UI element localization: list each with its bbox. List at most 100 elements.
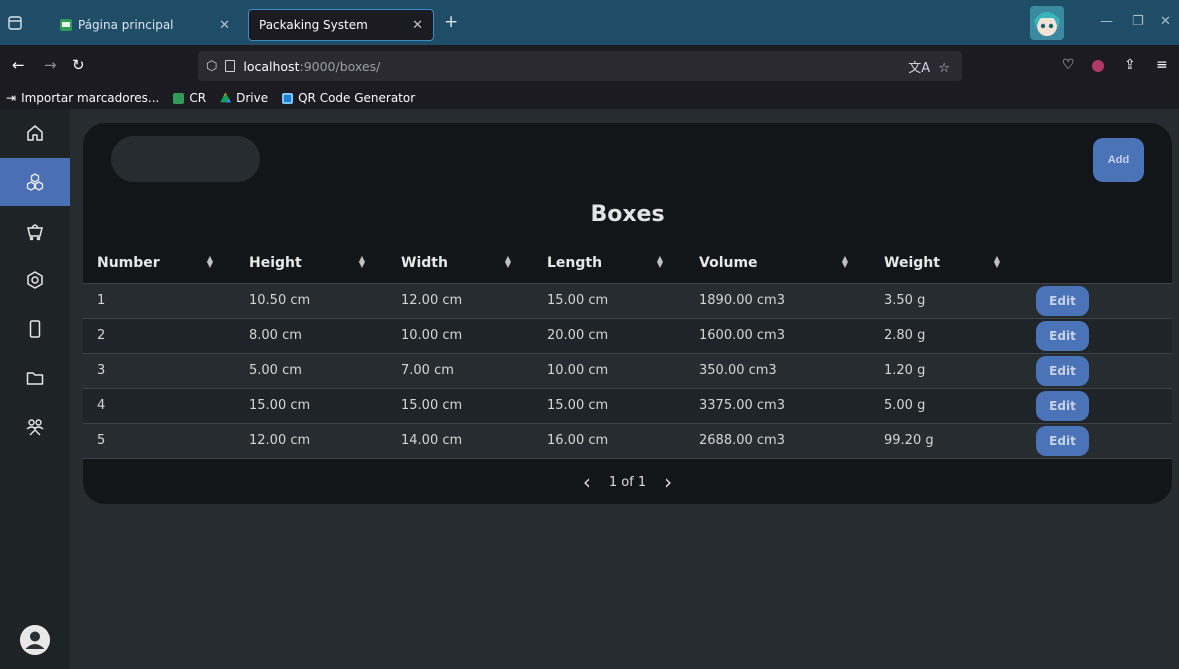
cell-weight: 99.20 g [870,423,1022,459]
folder-icon [26,372,44,385]
bookmark-qr[interactable]: QR Code Generator [282,91,415,105]
users-icon [26,419,44,436]
column-header-length[interactable]: Length ▲ ▼ [533,243,685,284]
cell-width: 7.00 cm [387,353,533,389]
hexagon-icon [27,271,43,289]
extension-icon[interactable] [1092,60,1104,72]
home-icon [27,125,43,141]
cell-weight: 5.00 g [870,388,1022,424]
cell-length: 20.00 cm [533,318,685,354]
tab-pagina-principal[interactable]: Página principal ✕ [50,9,240,41]
cell-weight: 2.80 g [870,318,1022,354]
profile-avatar[interactable] [1030,6,1064,40]
sort-icon[interactable]: ▲ ▼ [505,255,511,269]
column-header-weight[interactable]: Weight ▲ ▼ [870,243,1022,284]
table-row: 4 15.00 cm 15.00 cm 15.00 cm 3375.00 cm3… [83,388,1172,424]
bookmarks-bar: ⇥ Importar marcadores... CR Drive QR Cod… [0,87,1179,109]
sort-icon[interactable]: ▲ ▼ [842,255,848,269]
table-row: 5 12.00 cm 14.00 cm 16.00 cm 2688.00 cm3… [83,423,1172,459]
back-icon[interactable]: ← [12,56,25,74]
menu-icon[interactable]: ≡ [1156,57,1168,73]
boxes-panel: Add Boxes Number ▲ ▼ Height ▲ ▼ Width ▲ ▼ Leng… [83,123,1172,504]
bookmark-label: CR [189,91,207,105]
add-button[interactable]: Add [1093,138,1144,182]
user-avatar[interactable] [20,625,50,655]
sort-icon[interactable]: ▲ ▼ [657,255,663,269]
cell-number: 1 [83,283,235,319]
chevron-right-icon[interactable]: › [664,470,672,494]
cell-number: 2 [83,318,235,354]
main-content: Add Boxes Number ▲ ▼ Height ▲ ▼ Width ▲ ▼ Leng… [70,109,1179,669]
shield-icon[interactable]: ⬡ [206,59,217,74]
column-header-width[interactable]: Width ▲ ▼ [387,243,533,284]
bookmark-import[interactable]: ⇥ Importar marcadores... [6,91,159,105]
cell-volume: 1890.00 cm3 [685,283,870,319]
tab-title: Packaking System [259,18,368,32]
browser-tab-bar: Página principal ✕ Packaking System ✕ + … [0,0,1179,45]
edit-button[interactable]: Edit [1036,425,1089,456]
bookmark-label: QR Code Generator [298,91,416,105]
url-path: :9000/boxes/ [299,58,381,74]
cell-length: 16.00 cm [533,423,685,459]
cell-volume: 2688.00 cm3 [685,423,870,459]
close-icon[interactable]: ✕ [412,18,423,33]
sidebar-item-settings[interactable] [0,256,70,304]
sidebar-item-cart[interactable] [0,207,70,255]
restore-icon[interactable]: ❐ [1132,14,1144,29]
bookmark-label: Importar marcadores... [21,91,160,105]
cell-width: 15.00 cm [387,388,533,424]
reload-icon[interactable]: ↻ [72,56,85,74]
column-header-height[interactable]: Height ▲ ▼ [235,243,387,284]
cell-actions: Edit [1022,388,1172,424]
table-header-row: Number ▲ ▼ Height ▲ ▼ Width ▲ ▼ Length ▲ ▼ Volum… [83,243,1172,284]
cell-actions: Edit [1022,283,1172,319]
edit-button[interactable]: Edit [1036,285,1089,316]
sidebar-item-device[interactable] [0,305,70,353]
column-header-volume[interactable]: Volume ▲ ▼ [685,243,870,284]
cell-number: 5 [83,423,235,459]
cell-volume: 350.00 cm3 [685,353,870,389]
cell-actions: Edit [1022,353,1172,389]
cell-volume: 3375.00 cm3 [685,388,870,424]
sidebar-item-users[interactable] [0,403,70,451]
cell-length: 15.00 cm [533,283,685,319]
pagination: ‹ 1 of 1 › [83,470,1172,494]
minimize-icon[interactable]: — [1100,14,1113,29]
phone-icon [29,320,41,338]
table-row: 1 10.50 cm 12.00 cm 15.00 cm 1890.00 cm3… [83,283,1172,319]
close-icon[interactable]: ✕ [219,18,230,33]
cell-width: 10.00 cm [387,318,533,354]
bookmark-cr[interactable]: CR [173,91,206,105]
search-input[interactable] [111,136,260,182]
edit-button[interactable]: Edit [1036,390,1089,421]
tab-packaking-system[interactable]: Packaking System ✕ [248,9,434,41]
cell-actions: Edit [1022,423,1172,459]
new-tab-icon[interactable]: + [444,12,458,32]
pocket-icon[interactable]: ♡ [1062,57,1075,73]
translate-icon[interactable]: 文A ☆ [908,57,950,76]
sort-icon[interactable]: ▲ ▼ [994,255,1000,269]
edit-button[interactable]: Edit [1036,320,1089,351]
column-header-number[interactable]: Number ▲ ▼ [83,243,235,284]
sort-icon[interactable]: ▲ ▼ [207,255,213,269]
url-bar[interactable]: ⬡ localhost :9000/boxes/ 文A ☆ [198,51,962,81]
sidebar-item-folder[interactable] [0,354,70,402]
url-host: localhost [243,58,300,74]
chevron-left-icon[interactable]: ‹ [583,470,591,494]
cell-height: 10.50 cm [235,283,387,319]
edit-button[interactable]: Edit [1036,355,1089,386]
page-indicator: 1 of 1 [608,474,647,490]
boxes-table: Number ▲ ▼ Height ▲ ▼ Width ▲ ▼ Length ▲ ▼ Volum… [83,243,1172,459]
tab-overview-icon[interactable] [8,16,22,30]
sidebar-item-boxes[interactable] [0,158,70,206]
cell-height: 8.00 cm [235,318,387,354]
share-icon[interactable]: ⇪ [1124,57,1136,73]
sidebar-item-home[interactable] [0,109,70,157]
close-window-icon[interactable]: ✕ [1160,14,1171,29]
forward-icon[interactable]: → [44,56,57,74]
cell-height: 12.00 cm [235,423,387,459]
sort-icon[interactable]: ▲ ▼ [359,255,365,269]
page-title: Boxes [590,202,665,227]
bookmark-drive[interactable]: Drive [220,91,268,105]
browser-nav-bar: ← → ↻ ⬡ localhost :9000/boxes/ 文A ☆ ♡ ⇪ … [0,45,1179,87]
